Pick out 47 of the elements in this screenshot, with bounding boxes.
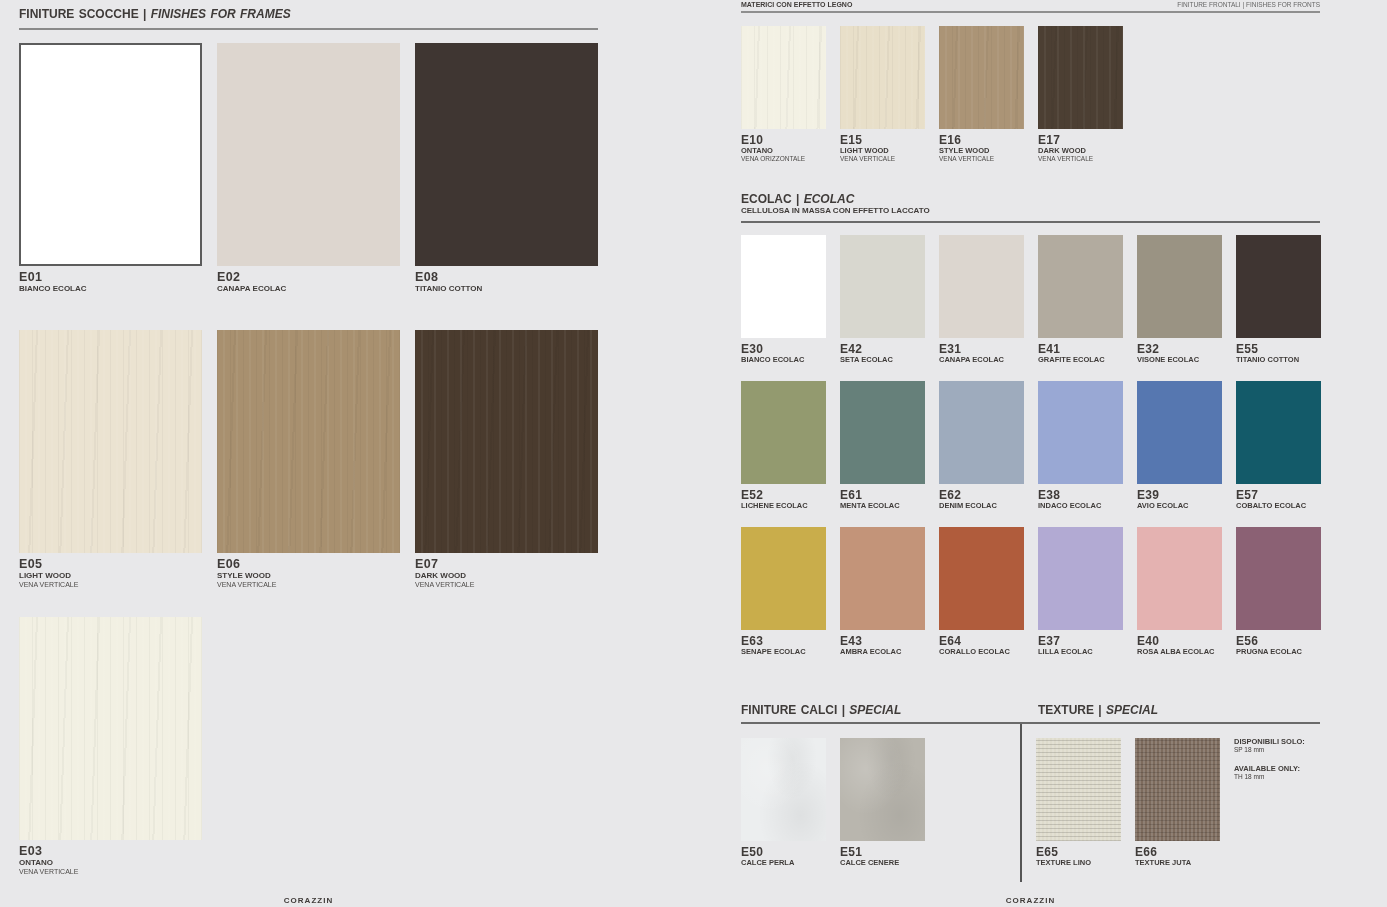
finish-name: CANAPA ECOLAC [217,284,287,294]
finish-code: E15 [840,134,863,146]
finish-code: E37 [1038,635,1061,647]
finish-code: E43 [840,635,863,647]
finish-name: STYLE WOOD [217,571,271,581]
finish-code: E57 [1236,489,1259,501]
section-subtitle: CELLULOSA IN MASSA CON EFFETTO LACCATO [741,206,930,216]
finish-name: DARK WOOD [415,571,467,581]
finish-code: E03 [19,845,43,858]
finish-code: E42 [840,343,863,355]
finish-code: E50 [741,846,764,858]
finish-code: E02 [217,271,241,284]
finish-code: E05 [19,558,43,571]
finish-code: E40 [1137,635,1160,647]
finish-code: E10 [741,134,764,146]
finish-code: E07 [415,558,439,571]
finish-name: ONTANO [19,858,54,868]
finish-code: E51 [840,846,863,858]
finish-code: E62 [939,489,962,501]
finish-code: E32 [1137,343,1160,355]
finish-code: E30 [741,343,764,355]
finish-code: E39 [1137,489,1160,501]
finish-code: E08 [415,271,439,284]
brand-footer: CORAZZIN [1005,896,1056,907]
finish-code: E38 [1038,489,1061,501]
finish-code: E55 [1236,343,1259,355]
finish-code: E64 [939,635,962,647]
section-heading: ECOLAC | ECOLAC [741,192,855,206]
finish-name: BIANCO ECOLAC [19,284,87,294]
finish-code: E31 [939,343,962,355]
finish-code: E65 [1036,846,1059,858]
finish-name: TITANIO COTTON [415,284,483,294]
finish-code: E16 [939,134,962,146]
finish-code: E01 [19,271,43,284]
section-heading: FINITURE SCOCCHE | FINISHES FOR FRAMES [19,7,291,21]
finish-code: E06 [217,558,241,571]
finish-code: E61 [840,489,863,501]
finish-code: E41 [1038,343,1061,355]
section-heading: FINITURE CALCI | SPECIAL [741,703,903,717]
finish-code: E17 [1038,134,1061,146]
finish-code: E52 [741,489,764,501]
finish-name: LIGHT WOOD [19,571,71,581]
finish-code: E66 [1135,846,1158,858]
brand-footer: CORAZZIN [283,896,334,907]
section-heading: TEXTURE | SPECIAL [1038,703,1159,717]
finish-code: E63 [741,635,764,647]
finish-code: E56 [1236,635,1259,647]
